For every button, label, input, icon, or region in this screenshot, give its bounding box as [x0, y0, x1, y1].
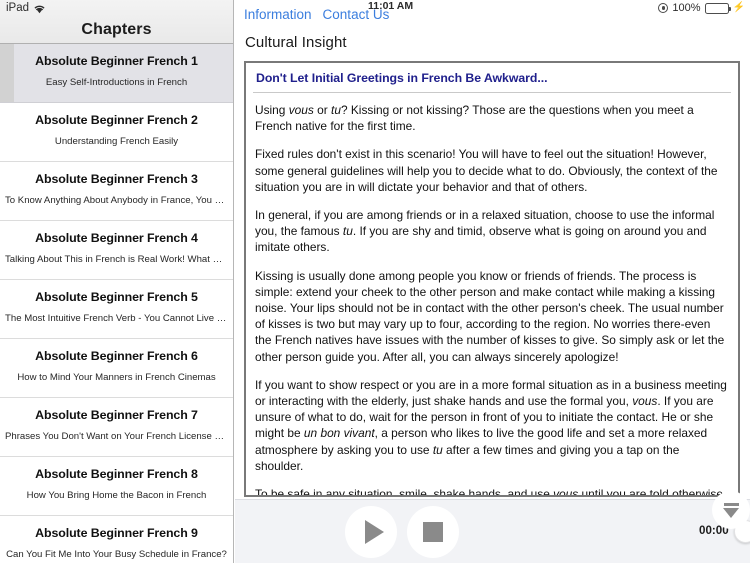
chapter-title: Absolute Beginner French 9: [35, 526, 198, 540]
emphasized-text: vous: [288, 103, 314, 117]
lesson-paragraph: If you want to show respect or you are i…: [255, 377, 729, 474]
text-run: or: [313, 103, 332, 117]
lesson-title: Don't Let Initial Greetings in French Be…: [256, 71, 548, 85]
chapter-row[interactable]: Absolute Beginner French 7 Phrases You Do…: [0, 398, 233, 457]
chapter-subtitle: How You Bring Home the Bacon in French: [26, 490, 207, 501]
chapter-subtitle: Understanding French Easily: [54, 136, 179, 147]
chapter-subtitle: Can You Fit Me Into Your Busy Schedule i…: [6, 549, 227, 560]
lesson-body: Using vous or tu? Kissing or not kissing…: [246, 93, 738, 497]
chapter-subtitle: Talking About This in French is Real Wor…: [5, 254, 228, 265]
text-run: To be safe in any situation, smile, shak…: [255, 487, 554, 497]
chapter-subtitle: Easy Self-Introductions in French: [45, 77, 188, 88]
nav-bar: Information Contact Us 11:01 AM: [235, 0, 750, 27]
emphasized-text: vous: [632, 394, 658, 409]
play-button[interactable]: [345, 506, 397, 558]
text-run: Fixed rules don't exist in this scenario…: [255, 147, 718, 194]
chapter-title: Absolute Beginner French 5: [35, 290, 198, 304]
stop-button[interactable]: [407, 506, 459, 558]
lesson-paragraph: Kissing is usually done among people you…: [255, 268, 729, 365]
text-run: Using: [255, 103, 289, 117]
chapter-row[interactable]: Absolute Beginner French 2 Understanding …: [0, 103, 233, 162]
lesson-paragraph: Using vous or tu? Kissing or not kissing…: [255, 102, 729, 134]
chapter-row[interactable]: Absolute Beginner French 5 The Most Intui…: [0, 280, 233, 339]
chapter-row[interactable]: Absolute Beginner French 3 To Know Anythi…: [0, 162, 233, 221]
chapter-title: Absolute Beginner French 3: [35, 172, 198, 186]
chapter-subtitle: To Know Anything About Anybody in France…: [5, 195, 228, 206]
text-run: Kissing is usually done among people you…: [255, 268, 725, 364]
emphasized-text: tu: [432, 442, 443, 457]
chapter-row[interactable]: Absolute Beginner French 9 Can You Fit Me…: [0, 516, 233, 563]
section-title: Cultural Insight: [245, 34, 347, 51]
nav-link-information[interactable]: Information: [244, 7, 312, 22]
lesson-paragraph: To be safe in any situation, smile, shak…: [255, 486, 729, 497]
lesson-paragraph: In general, if you are among friends or …: [255, 207, 729, 256]
chapter-list[interactable]: Absolute Beginner French 1 Easy Self-Intr…: [0, 44, 233, 563]
chapter-title: Absolute Beginner French 8: [35, 467, 198, 481]
page-title: Chapters: [81, 21, 152, 38]
chapter-subtitle: How to Mind Your Manners in French Cinem…: [17, 372, 216, 383]
chapter-title: Absolute Beginner French 2: [35, 113, 198, 127]
emphasized-text: vous: [553, 487, 579, 497]
selection-indicator: [0, 44, 14, 102]
download-icon: [723, 507, 739, 518]
lesson-content-box: Don't Let Initial Greetings in French Be…: [244, 61, 740, 497]
emphasized-text: tu: [342, 224, 353, 239]
chapter-title: Absolute Beginner French 7: [35, 408, 198, 422]
chapter-title: Absolute Beginner French 6: [35, 349, 198, 363]
download-icon-bar: [723, 502, 739, 506]
stop-icon: [423, 522, 443, 542]
download-button[interactable]: [712, 491, 750, 529]
chapter-row[interactable]: Absolute Beginner French 1 Easy Self-Intr…: [0, 44, 233, 103]
status-bar-clock: 11:01 AM: [368, 0, 414, 12]
chapter-title: Absolute Beginner French 1: [35, 54, 198, 68]
lesson-paragraph: Fixed rules don't exist in this scenario…: [255, 146, 729, 195]
chapter-title: Absolute Beginner French 4: [35, 231, 198, 245]
chapter-row[interactable]: Absolute Beginner French 8 How You Bring …: [0, 457, 233, 516]
play-icon: [364, 520, 384, 544]
audio-player-bar: 00:00 00:20: [235, 491, 750, 563]
emphasized-text: un bon vivant: [303, 426, 375, 441]
emphasized-text: tu: [331, 103, 341, 117]
chapter-subtitle: The Most Intuitive French Verb - You Can…: [5, 313, 228, 324]
chapter-subtitle: Phrases You Don't Want on Your French Li…: [5, 431, 228, 442]
ipad-app-screen: iPad 100% ⚡ Chapters Absolute Beginner F…: [0, 0, 750, 563]
chapter-row[interactable]: Absolute Beginner French 6 How to Mind Yo…: [0, 339, 233, 398]
chapters-sidebar: Chapters Absolute Beginner French 1 Easy …: [0, 0, 234, 563]
chapter-row[interactable]: Absolute Beginner French 4 Talking About …: [0, 221, 233, 280]
sidebar-header: Chapters: [0, 0, 233, 44]
